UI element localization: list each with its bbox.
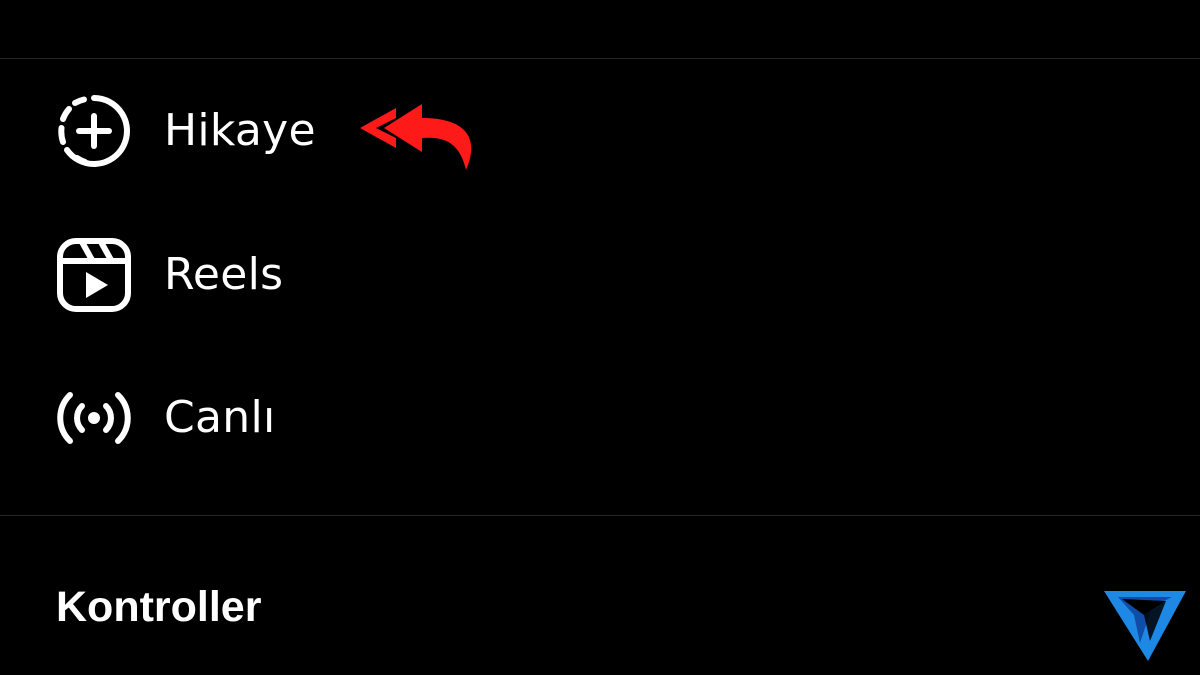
menu-item-reels[interactable]: Reels	[0, 215, 1200, 335]
section-title: Kontroller	[56, 583, 262, 631]
live-broadcast-icon	[55, 379, 133, 457]
menu-item-label: Canlı	[164, 392, 276, 443]
menu-item-label: Reels	[164, 249, 284, 300]
top-divider	[0, 58, 1200, 59]
menu-item-canli[interactable]: Canlı	[0, 358, 1200, 478]
pointer-arrow-icon	[360, 104, 472, 170]
brand-logo-icon	[1104, 591, 1186, 661]
story-add-icon	[55, 92, 133, 170]
section-divider	[0, 515, 1200, 516]
menu-item-label: Hikaye	[164, 105, 316, 156]
menu-item-hikaye[interactable]: Hikaye	[0, 71, 1200, 191]
reels-icon	[55, 236, 133, 314]
